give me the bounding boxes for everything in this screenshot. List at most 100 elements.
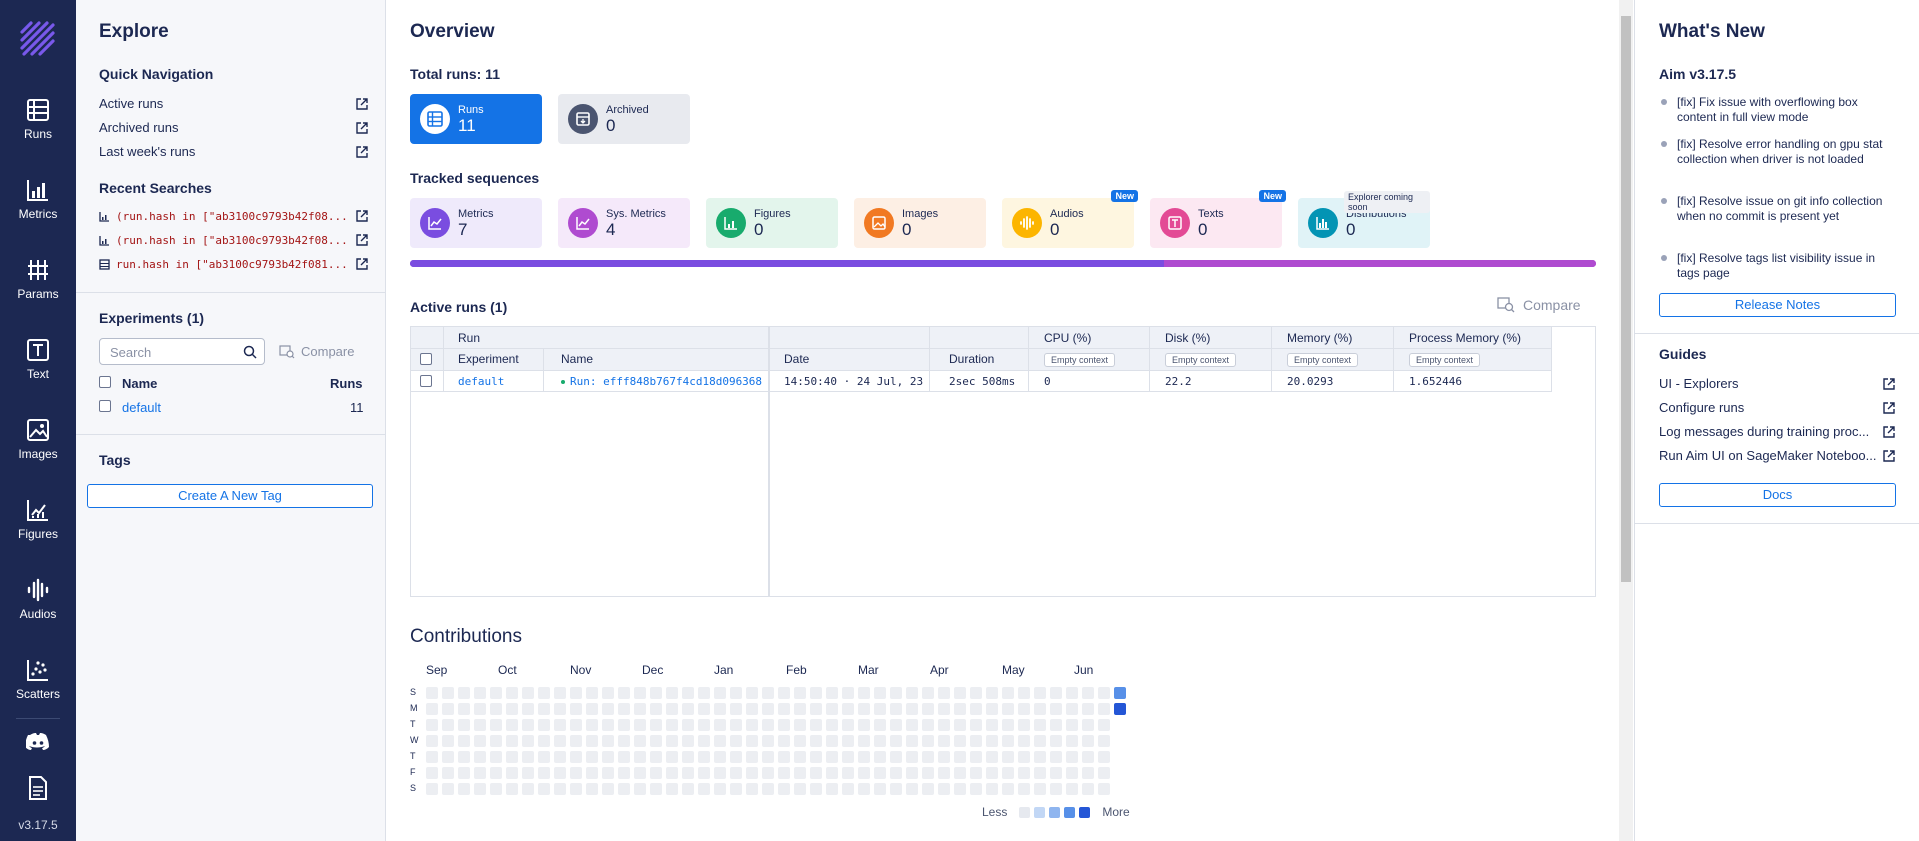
nav-docs[interactable] [0, 776, 76, 805]
contribution-cell[interactable] [746, 751, 758, 763]
contribution-cell[interactable] [922, 703, 934, 715]
contribution-cell[interactable] [1066, 767, 1078, 779]
contribution-cell[interactable] [442, 687, 454, 699]
contribution-cell[interactable] [506, 687, 518, 699]
contribution-cell[interactable] [682, 751, 694, 763]
contribution-cell[interactable] [522, 751, 534, 763]
contribution-cell[interactable] [762, 703, 774, 715]
contribution-cell[interactable] [954, 719, 966, 731]
col-duration[interactable]: Duration [949, 352, 994, 366]
contribution-cell[interactable] [1034, 735, 1046, 747]
contribution-cell[interactable] [1018, 703, 1030, 715]
contribution-cell[interactable] [890, 751, 902, 763]
archived-card[interactable]: Archived 0 [558, 94, 690, 144]
contribution-cell[interactable] [1082, 751, 1094, 763]
contribution-cell[interactable] [714, 735, 726, 747]
contribution-cell[interactable] [570, 719, 582, 731]
contribution-cell[interactable] [1018, 687, 1030, 699]
contribution-cell[interactable] [618, 703, 630, 715]
contribution-cell[interactable] [954, 703, 966, 715]
contribution-cell[interactable] [586, 735, 598, 747]
contribution-cell[interactable] [426, 767, 438, 779]
figures-card[interactable]: Figures 0 [706, 198, 838, 248]
contribution-cell[interactable] [842, 687, 854, 699]
contribution-cell[interactable] [1034, 751, 1046, 763]
contribution-cell[interactable] [506, 719, 518, 731]
contribution-cell[interactable] [1034, 719, 1046, 731]
contribution-cell[interactable] [586, 767, 598, 779]
contribution-cell[interactable] [650, 687, 662, 699]
contribution-cell[interactable] [618, 783, 630, 795]
contribution-cell[interactable] [778, 719, 790, 731]
contribution-cell[interactable] [794, 703, 806, 715]
contribution-cell[interactable] [730, 719, 742, 731]
contribution-cell[interactable] [762, 735, 774, 747]
contribution-cell[interactable] [458, 783, 470, 795]
contribution-cell[interactable] [1050, 703, 1062, 715]
contribution-cell[interactable] [778, 767, 790, 779]
contribution-cell[interactable] [458, 719, 470, 731]
contribution-cell[interactable] [874, 703, 886, 715]
contribution-cell[interactable] [810, 767, 822, 779]
contribution-cell[interactable] [602, 703, 614, 715]
contribution-cell[interactable] [650, 719, 662, 731]
contribution-cell[interactable] [986, 703, 998, 715]
contribution-cell[interactable] [490, 783, 502, 795]
contribution-cell[interactable] [570, 767, 582, 779]
nav-runs[interactable]: Runs [0, 98, 76, 141]
contribution-cell[interactable] [650, 783, 662, 795]
contribution-cell[interactable] [842, 703, 854, 715]
select-all-checkbox[interactable] [99, 376, 111, 388]
contribution-cell[interactable] [970, 719, 982, 731]
contribution-cell[interactable] [1018, 767, 1030, 779]
contribution-cell[interactable] [986, 687, 998, 699]
active-runs-compare-button[interactable]: Compare [1497, 297, 1581, 313]
row-experiment[interactable]: default [458, 375, 504, 388]
contribution-cell[interactable] [1066, 783, 1078, 795]
contribution-cell[interactable] [538, 687, 550, 699]
contribution-cell[interactable] [586, 783, 598, 795]
contribution-cell[interactable] [986, 751, 998, 763]
contribution-cell[interactable] [490, 687, 502, 699]
contribution-cell[interactable] [474, 687, 486, 699]
contribution-cell[interactable] [810, 751, 822, 763]
contribution-cell[interactable] [794, 735, 806, 747]
contribution-cell[interactable] [762, 719, 774, 731]
col-memory[interactable]: Memory (%) [1287, 331, 1352, 345]
contribution-cell[interactable] [522, 687, 534, 699]
contribution-cell[interactable] [682, 783, 694, 795]
sys-metrics-card[interactable]: Sys. Metrics 4 [558, 198, 690, 248]
contribution-cell[interactable] [1002, 783, 1014, 795]
contribution-cell[interactable] [474, 703, 486, 715]
contribution-cell[interactable] [906, 703, 918, 715]
guide-link[interactable]: Configure runs [1659, 400, 1896, 415]
guide-link[interactable]: UI - Explorers [1659, 376, 1896, 391]
nav-metrics[interactable]: Metrics [0, 178, 76, 221]
contribution-cell[interactable] [746, 687, 758, 699]
contribution-cell[interactable] [522, 735, 534, 747]
contribution-cell[interactable] [426, 751, 438, 763]
contribution-cell[interactable] [874, 719, 886, 731]
contribution-cell[interactable] [1050, 751, 1062, 763]
contribution-cell[interactable] [1082, 735, 1094, 747]
col-experiment[interactable]: Experiment [458, 352, 519, 366]
contribution-cell[interactable] [874, 751, 886, 763]
contribution-cell[interactable] [858, 735, 870, 747]
contribution-cell[interactable] [906, 751, 918, 763]
contribution-cell[interactable] [890, 703, 902, 715]
contribution-cell[interactable] [426, 783, 438, 795]
contribution-cell[interactable] [1098, 735, 1110, 747]
contribution-cell[interactable] [890, 783, 902, 795]
texts-card[interactable]: New Texts 0 [1150, 190, 1286, 248]
nav-text[interactable]: Text [0, 338, 76, 381]
select-all-runs-checkbox[interactable] [420, 353, 432, 365]
contribution-cell[interactable] [794, 687, 806, 699]
quick-nav-archived-runs[interactable]: Archived runs [99, 120, 369, 135]
contribution-cell[interactable] [810, 703, 822, 715]
contribution-cell[interactable] [634, 783, 646, 795]
contribution-cell[interactable] [1082, 767, 1094, 779]
contribution-cell[interactable] [634, 735, 646, 747]
contribution-cell[interactable] [618, 751, 630, 763]
contribution-cell[interactable] [714, 687, 726, 699]
contribution-cell[interactable] [698, 751, 710, 763]
